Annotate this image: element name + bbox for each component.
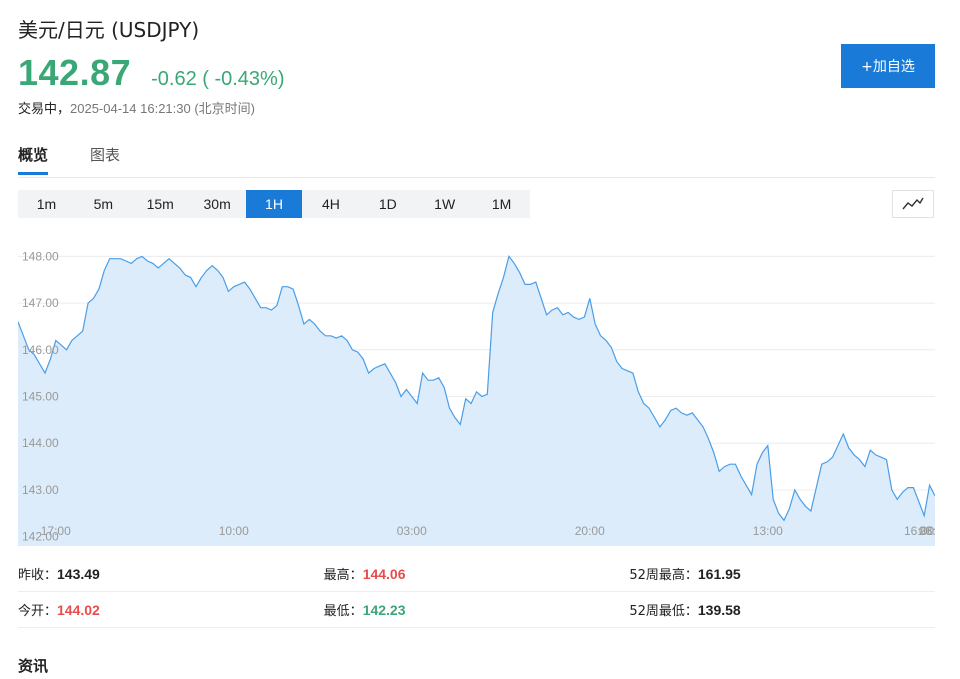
stat-open: 今开： 144.02 <box>18 600 324 620</box>
price-chart-svg: 148.00147.00146.00145.00144.00143.00142.… <box>18 249 935 546</box>
add-to-watchlist-button[interactable]: +加自选 <box>841 44 935 88</box>
stat-label: 昨收： <box>18 568 58 583</box>
stat-low: 最低： 142.23 <box>323 600 630 620</box>
stat-label: 52周最高： <box>629 568 698 583</box>
y-tick-label: 144.00 <box>22 436 59 450</box>
stat-52w-low: 52周最低： 139.58 <box>629 600 935 620</box>
tab-overview[interactable]: 概览 <box>18 144 49 175</box>
y-tick-label: 148.00 <box>22 249 59 263</box>
stat-52w-high: 52周最高： 161.95 <box>629 564 935 584</box>
y-tick-label: 143.00 <box>22 483 59 497</box>
x-tick-label: 13:00 <box>753 524 783 538</box>
price-change: -0.62 ( -0.43%) <box>151 68 285 90</box>
x-tick-label: 16:00 <box>904 524 934 538</box>
stat-value: 142.23 <box>362 601 406 618</box>
y-tick-label: 147.00 <box>22 296 59 310</box>
current-price: 142.87 <box>18 52 132 93</box>
x-tick-label: 17:00 <box>41 524 71 538</box>
interval-4h[interactable]: 4H <box>302 190 359 218</box>
stat-prev-close: 昨收： 143.49 <box>18 564 324 584</box>
price-area <box>18 256 935 546</box>
timestamp: 2025-04-14 16:21:30 (北京时间) <box>70 101 255 116</box>
tab-bar: 概览 图表 <box>18 144 120 175</box>
stats-row: 今开： 144.02 最低： 142.23 52周最低： 139.58 <box>18 592 935 628</box>
price-row: 142.87 -0.62 ( -0.43%) <box>18 52 285 94</box>
stat-label: 52周最低： <box>629 604 698 619</box>
stat-value: 143.49 <box>57 565 100 582</box>
chart-type-button[interactable] <box>892 190 934 218</box>
x-tick-label: 20:00 <box>575 524 605 538</box>
stat-value: 144.06 <box>362 565 406 582</box>
interval-selector: 1m 5m 15m 30m 1H 4H 1D 1W 1M <box>18 190 530 218</box>
quote-title: 美元/日元 (USDJPY) <box>18 18 200 42</box>
interval-30m[interactable]: 30m <box>189 190 246 218</box>
tab-chart[interactable]: 图表 <box>90 144 120 175</box>
line-chart-icon <box>902 197 924 210</box>
stat-value: 139.58 <box>697 601 741 618</box>
interval-1w[interactable]: 1W <box>416 190 473 218</box>
stats-table: 昨收： 143.49 最高： 144.06 52周最高： 161.95 今开： … <box>18 556 935 628</box>
tab-divider <box>18 177 935 178</box>
stat-label: 今开： <box>18 604 58 619</box>
stat-value: 144.02 <box>57 601 100 618</box>
stat-value: 161.95 <box>697 565 741 582</box>
interval-1m[interactable]: 1m <box>18 190 75 218</box>
trading-status: 交易中，2025-04-14 16:21:30 (北京时间) <box>18 98 255 117</box>
interval-5m[interactable]: 5m <box>75 190 132 218</box>
interval-15m[interactable]: 15m <box>132 190 189 218</box>
stat-label: 最高： <box>323 568 363 583</box>
stats-row: 昨收： 143.49 最高： 144.06 52周最高： 161.95 <box>18 556 935 592</box>
status-label: 交易中， <box>18 102 71 117</box>
y-tick-label: 145.00 <box>22 390 59 404</box>
stat-high: 最高： 144.06 <box>323 564 630 584</box>
stat-label: 最低： <box>323 604 363 619</box>
y-tick-label: 146.00 <box>22 343 59 357</box>
price-chart: 148.00 147.00 146.00 145.00 144.00 143.00 142.… <box>18 233 935 546</box>
news-heading: 资讯 <box>18 657 49 675</box>
x-tick-label: 03:00 <box>397 524 427 538</box>
x-tick-label: 10:00 <box>219 524 249 538</box>
interval-1d[interactable]: 1D <box>359 190 416 218</box>
interval-1mo[interactable]: 1M <box>473 190 530 218</box>
interval-1h[interactable]: 1H <box>245 190 303 218</box>
